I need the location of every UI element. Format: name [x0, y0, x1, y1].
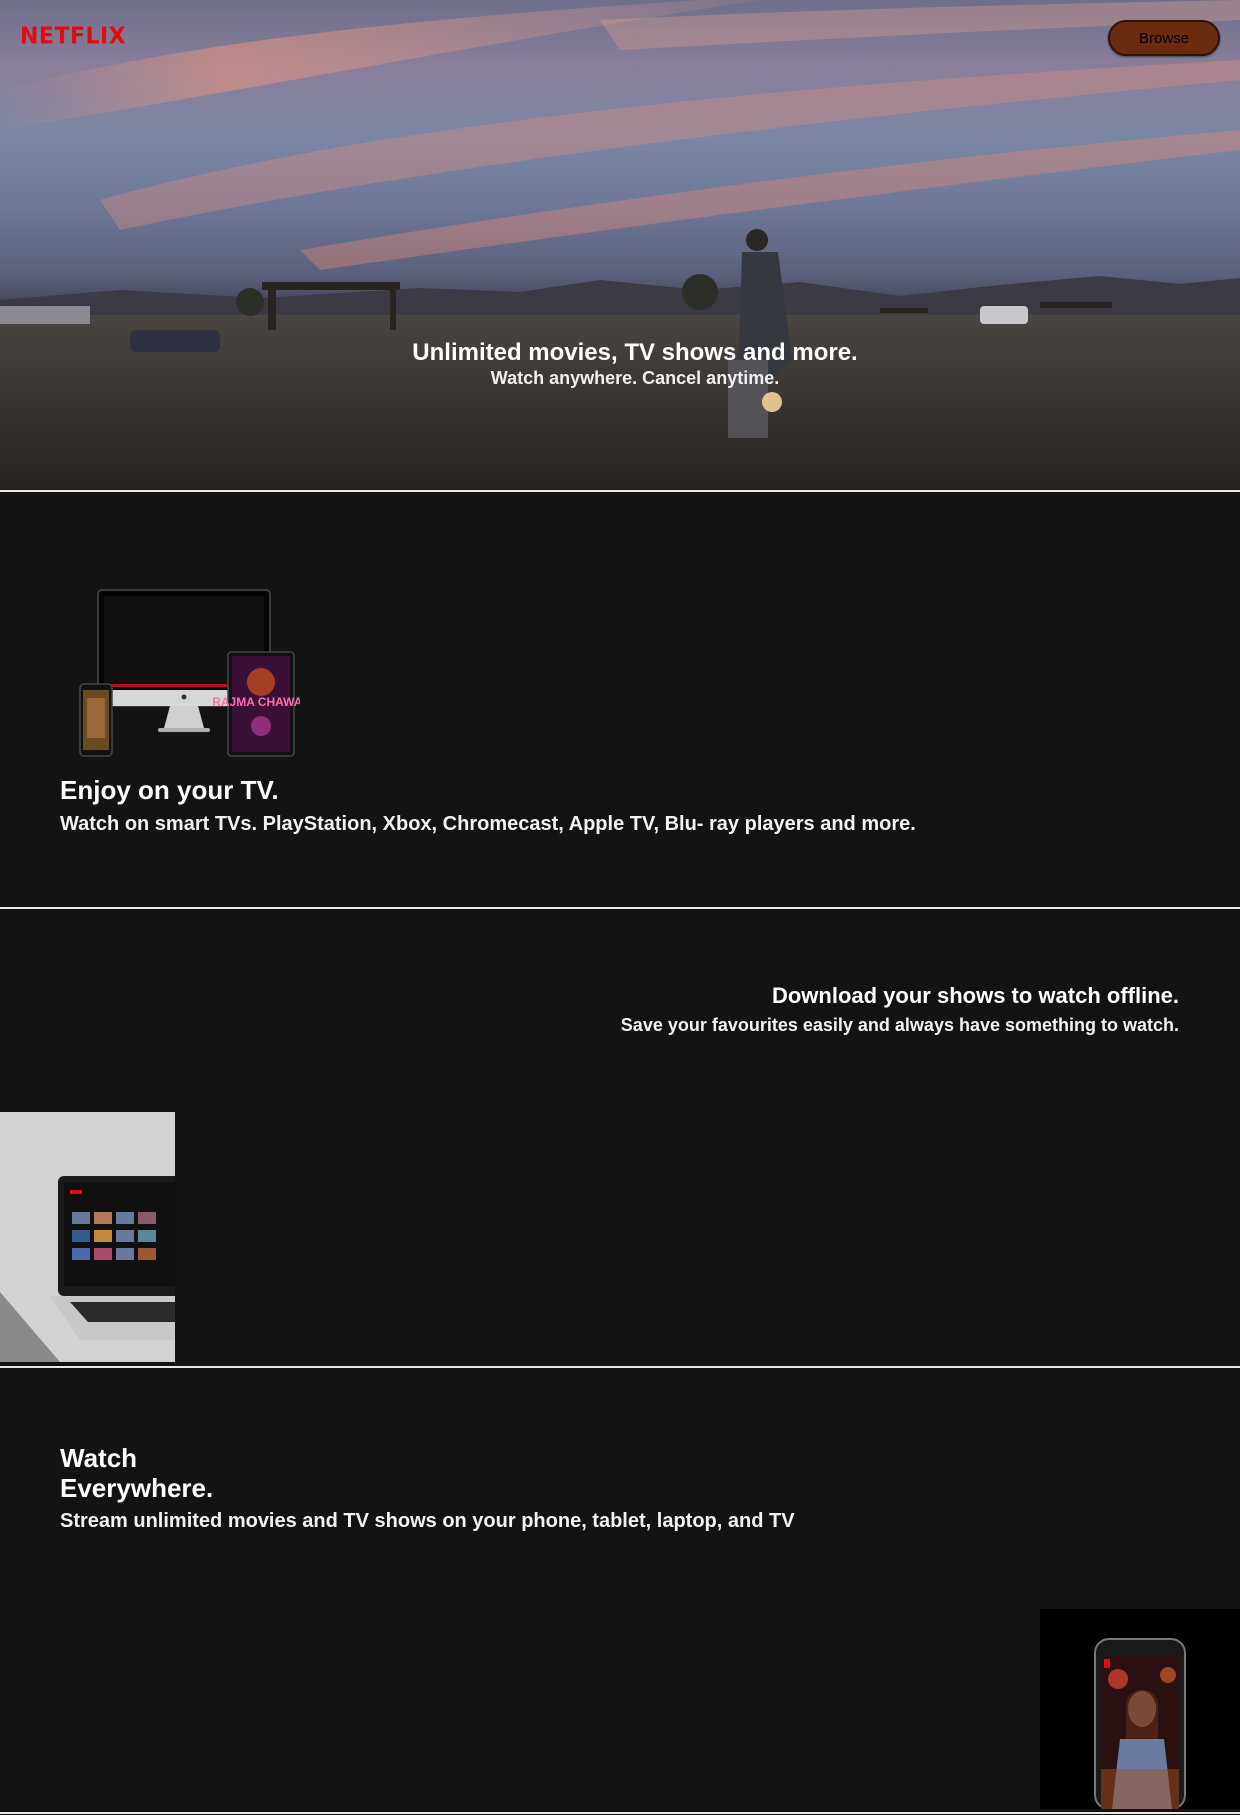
hero-section: NETFLIX Browse Unlimited movies, TV show…	[0, 0, 1240, 490]
netflix-logo[interactable]: NETFLIX	[20, 23, 126, 49]
download-section-subtitle: Save your favourites easily and always h…	[620, 1015, 1179, 1035]
tv-section-subtitle: Watch on smart TVs. PlayStation, Xbox, C…	[60, 813, 916, 835]
hero-title: Unlimited movies, TV shows and more.	[412, 339, 858, 366]
hero-subtitle: Watch anywhere. Cancel anytime.	[490, 368, 780, 388]
browse-button[interactable]: Browse	[1108, 20, 1220, 56]
everywhere-section-title: Watch Everywhere.	[60, 1443, 213, 1503]
download-section-title: Download your shows to watch offline.	[771, 983, 1179, 1008]
section-divider	[0, 490, 1240, 492]
section-divider	[0, 1812, 1240, 1814]
laptop-image	[0, 1112, 175, 1362]
section-divider	[0, 907, 1240, 909]
hero-background-image	[0, 0, 1240, 490]
phone-image	[1040, 1609, 1240, 1809]
everywhere-title-line2: Everywhere.	[60, 1473, 214, 1503]
devices-image: RAJMA CHAWAL	[79, 589, 300, 757]
tv-section-title: Enjoy on your TV.	[60, 775, 279, 805]
everywhere-title-line1: Watch	[60, 1443, 138, 1473]
section-divider	[0, 1366, 1240, 1368]
everywhere-section-subtitle: Stream unlimited movies and TV shows on …	[60, 1510, 795, 1532]
tablet-poster-text: RAJMA CHAWAL	[212, 695, 300, 709]
